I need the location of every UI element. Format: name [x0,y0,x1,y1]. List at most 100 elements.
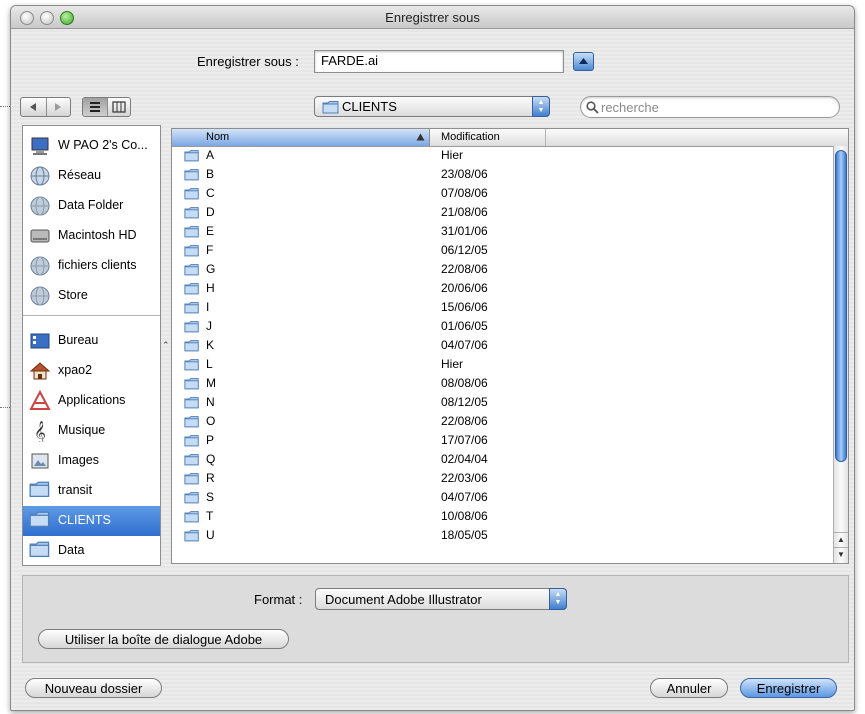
list-item[interactable]: N 08/12/05 [172,393,834,412]
sidebar-item-r-seau[interactable]: Réseau [23,161,160,191]
back-button[interactable] [21,98,47,116]
column-header-modified-label: Modification [441,131,500,143]
sidebar-item-data[interactable]: Data [23,536,160,565]
view-mode-control[interactable] [82,97,131,117]
list-item[interactable]: L Hier [172,355,834,374]
sidebar-item-images[interactable]: Images [23,446,160,476]
folder-icon [184,397,199,409]
scroll-down-arrow-icon[interactable]: ▼ [834,547,848,562]
sidebar-item-applications[interactable]: Applications [23,386,160,416]
folder-icon [184,491,200,504]
list-item[interactable]: A Hier [172,146,834,165]
save-button[interactable]: Enregistrer [740,678,837,698]
sidebar-item-data-folder[interactable]: Data Folder [23,191,160,221]
list-item[interactable]: C 07/08/06 [172,184,834,203]
sidebar-item-macintosh-hd[interactable]: Macintosh HD [23,221,160,251]
list-item[interactable]: P 17/07/06 [172,431,834,450]
file-modified-date: 18/05/05 [441,528,488,542]
file-modified-date: 02/04/04 [441,452,488,466]
sidebar-item-clients[interactable]: CLIENTS [23,506,160,536]
format-popup[interactable]: Document Adobe Illustrator ▲ ▼ [315,588,567,610]
list-view-button[interactable] [83,98,108,116]
list-item[interactable]: O 22/08/06 [172,412,834,431]
file-name: B [206,167,215,181]
home-icon [29,360,51,382]
folder-icon [184,339,200,352]
list-item[interactable]: B 23/08/06 [172,165,834,184]
network-volume-icon [29,285,51,307]
list-item[interactable]: T 10/08/06 [172,507,834,526]
list-item[interactable]: U 18/05/05 [172,526,834,545]
popup-arrows-icon: ▲ ▼ [549,588,567,610]
location-popup[interactable]: CLIENTS ▲ ▼ [314,96,550,117]
list-item[interactable]: I 15/06/06 [172,298,834,317]
adobe-dialog-button[interactable]: Utiliser la boîte de dialogue Adobe [38,629,289,649]
folder-icon [184,282,200,295]
search-field[interactable]: recherche [580,96,840,118]
save-dialog: Enregistrer sous Enregistrer sous : FARD… [10,5,855,711]
splitter-handle-icon[interactable]: ⌃ [162,340,170,351]
search-icon [586,101,599,114]
file-modified-date: 31/01/06 [441,224,488,238]
list-item[interactable]: D 21/08/06 [172,203,834,222]
sidebar-item-bureau[interactable]: Bureau [23,326,160,356]
file-name: M [206,376,216,390]
list-item[interactable]: J 01/06/05 [172,317,834,336]
folder-icon [184,358,200,371]
file-modified-date: 10/08/06 [441,509,488,523]
folder-icon [184,150,199,162]
applications-icon [29,389,51,412]
folder-icon [184,244,200,257]
folder-icon [184,169,199,181]
sidebar-item-fichiers-clients[interactable]: fichiers clients [23,251,160,281]
cancel-button[interactable]: Annuler [650,678,728,698]
sidebar-item-store[interactable]: Store [23,281,160,311]
list-item[interactable]: F 06/12/05 [172,241,834,260]
filename-field[interactable]: FARDE.ai [314,50,564,73]
back-forward-control[interactable] [20,97,71,117]
file-modified-date: 01/06/05 [441,319,488,333]
file-modified-date: 08/08/06 [441,376,488,390]
sidebar-item-label: transit [58,483,93,497]
sidebar-item-w-pao-2-s-co[interactable]: W PAO 2's Co... [23,131,160,161]
folder-icon [184,529,200,542]
list-item[interactable]: H 20/06/06 [172,279,834,298]
list-item[interactable]: Q 02/04/04 [172,450,834,469]
folder-icon [184,454,199,466]
folder-icon [184,492,199,504]
sidebar: W PAO 2's Co... Réseau Data Folder Macintos… [22,125,161,566]
column-header-name[interactable]: Nom [172,129,430,146]
column-header-modified[interactable]: Modification [430,129,546,146]
sidebar-item-transit[interactable]: transit [23,476,160,506]
folder-icon [184,530,199,542]
list-item[interactable]: K 04/07/06 [172,336,834,355]
column-view-button[interactable] [107,98,130,116]
new-folder-button[interactable]: Nouveau dossier [25,678,162,698]
file-name: J [206,319,212,333]
column-view-icon [112,101,126,113]
folder-icon [184,415,200,428]
vertical-scrollbar[interactable]: ▲ ▼ [833,146,848,563]
folder-icon [184,510,200,523]
scrollbar-thumb[interactable] [835,150,847,462]
list-item[interactable]: G 22/08/06 [172,260,834,279]
list-item[interactable]: R 22/03/06 [172,469,834,488]
list-item[interactable]: S 04/07/06 [172,488,834,507]
list-item[interactable]: M 08/08/06 [172,374,834,393]
folder-icon [322,101,339,114]
folder-icon [184,435,199,447]
collapse-dialog-button[interactable] [573,52,594,71]
location-folder-name: CLIENTS [342,99,397,114]
forward-button[interactable] [46,98,70,116]
file-rows: A Hier B 23/08/06 C 07/08/06 D 21/08/06 E 31/01/0… [172,146,834,563]
file-name: R [206,471,215,485]
sidebar-item-xpao2[interactable]: xpao2 [23,356,160,386]
title-bar[interactable]: Enregistrer sous [11,6,854,29]
scroll-up-arrow-icon[interactable]: ▲ [834,532,848,547]
file-modified-date: 15/06/06 [441,300,488,314]
sidebar-item-musique[interactable]: 𝄞 Musique [23,416,160,446]
music-icon: 𝄞 [29,420,51,445]
file-name: O [206,414,216,428]
list-item[interactable]: E 31/01/06 [172,222,834,241]
folder-icon [29,480,51,502]
